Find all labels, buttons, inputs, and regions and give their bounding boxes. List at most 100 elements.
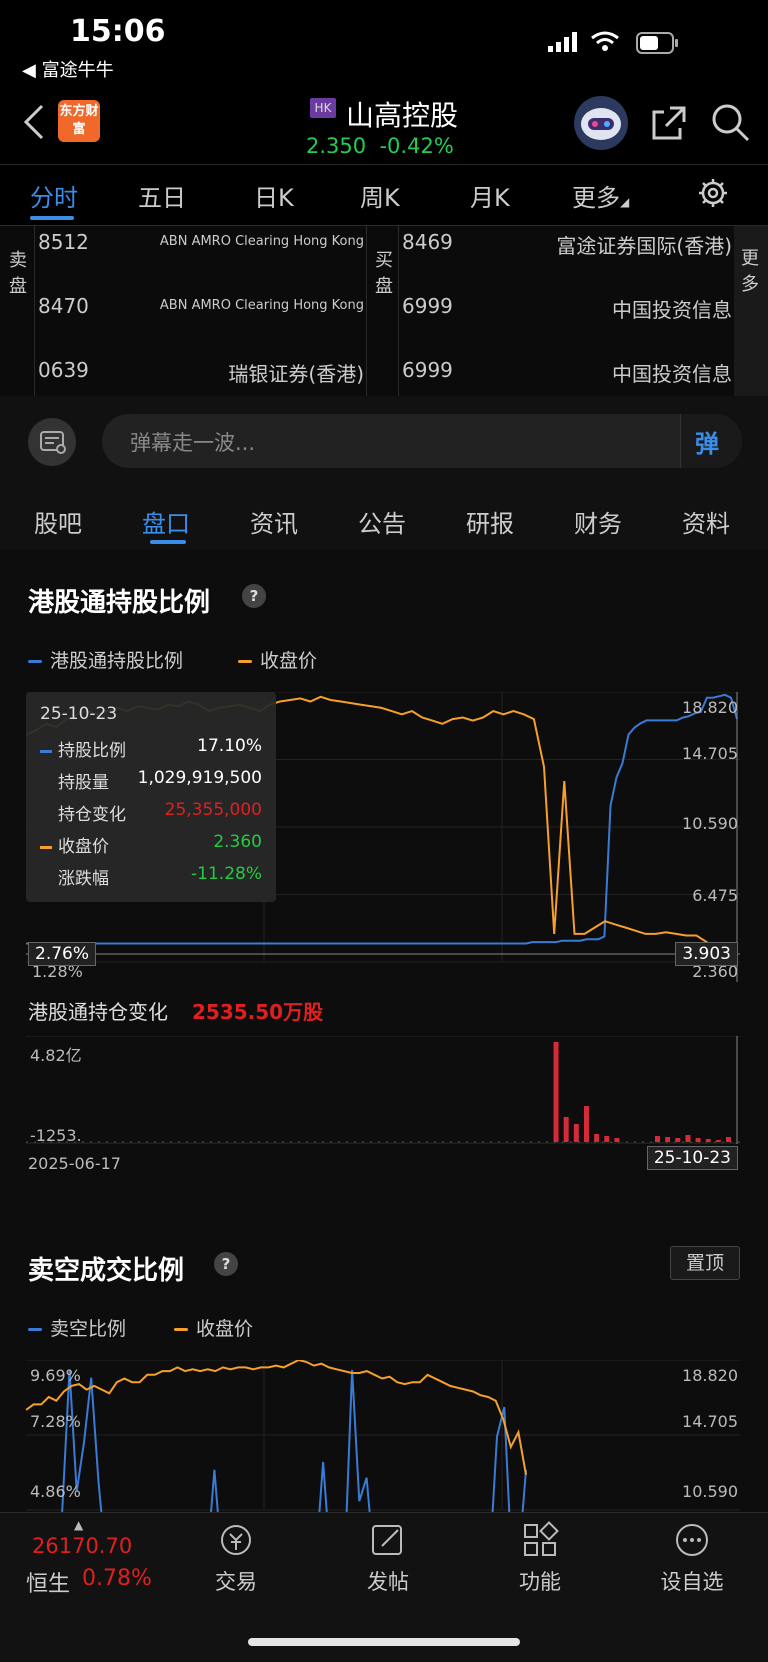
post-icon[interactable] (338, 1520, 438, 1568)
right-axis-tick: 14.705 (682, 744, 738, 763)
buy-broker-name: 中国投资信息 (612, 362, 732, 386)
buy-side-label: 买盘 (375, 250, 393, 297)
back-to-app[interactable]: ◀ 富途牛牛 (22, 56, 114, 82)
broker-more-button[interactable]: 更多 (734, 226, 768, 396)
market-badge: HK (310, 98, 336, 118)
legend-swatch (28, 660, 42, 663)
sell-broker-code: 0639 (38, 358, 89, 382)
bottom-post[interactable]: 发帖 (338, 1566, 438, 1596)
holding-change-title: 港股通持仓变化 (28, 1000, 168, 1024)
broker-divider (398, 226, 399, 396)
holding-change-bar (583, 1106, 589, 1142)
tooltip-date: 25-10-23 (40, 704, 118, 724)
holding-change-bar (573, 1124, 579, 1142)
sell-broker-name: ABN AMRO Clearing Hong Kong (159, 298, 364, 313)
short-ratio-chart[interactable] (26, 1360, 740, 1512)
holding-change-bar (594, 1134, 600, 1142)
sell-broker-code: 8512 (38, 230, 89, 254)
holding-change-bar (705, 1139, 711, 1142)
tab-daily-k[interactable]: 日K (254, 178, 294, 213)
legend-swatch (238, 660, 252, 663)
robot-avatar-icon[interactable] (574, 96, 628, 150)
date-start: 2025-06-17 (28, 1154, 121, 1173)
tooltip-value: 2.360 (213, 832, 262, 852)
tab-research[interactable]: 研报 (466, 504, 514, 539)
sell-side-label: 卖盘 (9, 250, 27, 297)
danmu-placeholder: 弹幕走一波... (130, 431, 256, 455)
right-axis-tick: 10.590 (682, 1482, 738, 1501)
tooltip-row: 收盘价 (40, 832, 109, 857)
bottom-functions[interactable]: 功能 (490, 1566, 590, 1596)
danmu-send-button[interactable]: 弹 (680, 414, 742, 468)
tab-intraday[interactable]: 分时 (30, 178, 78, 213)
tooltip-label: 持股比例 (58, 741, 126, 761)
caret-up-icon: ▲ (74, 1518, 84, 1532)
share-icon[interactable] (650, 104, 688, 146)
date-end: 25-10-23 (646, 1146, 738, 1170)
holding-change-bar (665, 1137, 671, 1142)
functions-icon[interactable] (490, 1520, 590, 1568)
home-indicator (248, 1638, 520, 1646)
bottom-trade[interactable]: 交易 (186, 1566, 286, 1596)
bar-axis-bottom: -1253. (30, 1126, 82, 1145)
tab-monthly-k[interactable]: 月K (470, 178, 510, 213)
tab-profile[interactable]: 资料 (682, 504, 730, 539)
broker-divider (366, 226, 367, 396)
tab-news[interactable]: 资讯 (250, 504, 298, 539)
tab-weekly-k[interactable]: 周K (360, 178, 400, 213)
search-icon[interactable] (710, 102, 750, 146)
holding-change-bar-chart[interactable] (26, 1036, 740, 1144)
legend-label: 收盘价 (260, 650, 318, 672)
back-chevron-icon[interactable] (22, 104, 46, 144)
stock-price: 2.350 (306, 134, 367, 158)
right-axis-tick: 14.705 (682, 1412, 738, 1431)
danmu-input[interactable]: 弹幕走一波... 弹 (102, 414, 742, 468)
tab-announcements[interactable]: 公告 (358, 504, 406, 539)
danmu-send-label: 弹 (695, 430, 719, 458)
bottom-add-watchlist[interactable]: 设自选 (642, 1566, 742, 1596)
more-dots-icon[interactable] (642, 1520, 742, 1568)
tooltip-label: 涨跌幅 (58, 869, 109, 889)
left-axis-tick: 9.69% (30, 1366, 81, 1385)
tab-financials[interactable]: 财务 (574, 504, 622, 539)
tooltip-value: 25,355,000 (164, 800, 262, 820)
holding-ratio-title: 港股通持股比例 (28, 588, 211, 618)
short-ratio-line (61, 1369, 527, 1512)
holding-change-bar (563, 1117, 569, 1142)
holding-change-bar (553, 1042, 559, 1142)
left-axis-tick: 4.86% (30, 1482, 81, 1501)
signal-icon (548, 32, 578, 56)
nav2-underline (150, 540, 186, 544)
sell-broker-name: ABN AMRO Clearing Hong Kong (159, 234, 364, 249)
settings-gear-icon[interactable] (698, 178, 728, 212)
legend-label: 收盘价 (196, 1318, 254, 1340)
tooltip-value: 1,029,919,500 (137, 768, 262, 788)
holding-change-bar (654, 1136, 660, 1142)
legend-swatch (28, 1328, 42, 1331)
tooltip-row: 持股比例 (40, 736, 126, 761)
app-logo: 东方财富 (58, 100, 100, 142)
battery-icon (636, 32, 680, 58)
tab-five-day[interactable]: 五日 (138, 178, 186, 213)
tooltip-label: 持仓变化 (58, 805, 126, 825)
holding-change-value: 2535.50万股 (192, 1000, 324, 1024)
tab-more[interactable]: 更多◢ (572, 178, 629, 213)
broker-more-label: 更多 (741, 248, 759, 295)
tab-forum[interactable]: 股吧 (34, 504, 82, 539)
legend-holding-ratio: 港股通持股比例 (28, 646, 183, 673)
trade-icon[interactable] (186, 1520, 286, 1568)
legend-swatch (174, 1328, 188, 1331)
holding-change-bar (726, 1137, 731, 1142)
hsi-value[interactable]: 26170.70 (32, 1534, 132, 1558)
holding-change-bar (614, 1138, 620, 1142)
hsi-name[interactable]: 恒生 (26, 1566, 70, 1598)
help-icon[interactable]: ? (214, 1252, 238, 1276)
tab-order-book[interactable]: 盘口 (142, 504, 190, 539)
holding-change-bar (715, 1140, 721, 1142)
danmu-settings-icon[interactable] (28, 418, 76, 466)
pin-top-button[interactable]: 置顶 (670, 1246, 740, 1280)
dropdown-icon: ◢ (620, 195, 630, 209)
crosshair-right-value: 3.903 (675, 942, 738, 966)
help-icon[interactable]: ? (242, 584, 266, 608)
short-ratio-title: 卖空成交比例 (28, 1256, 185, 1286)
